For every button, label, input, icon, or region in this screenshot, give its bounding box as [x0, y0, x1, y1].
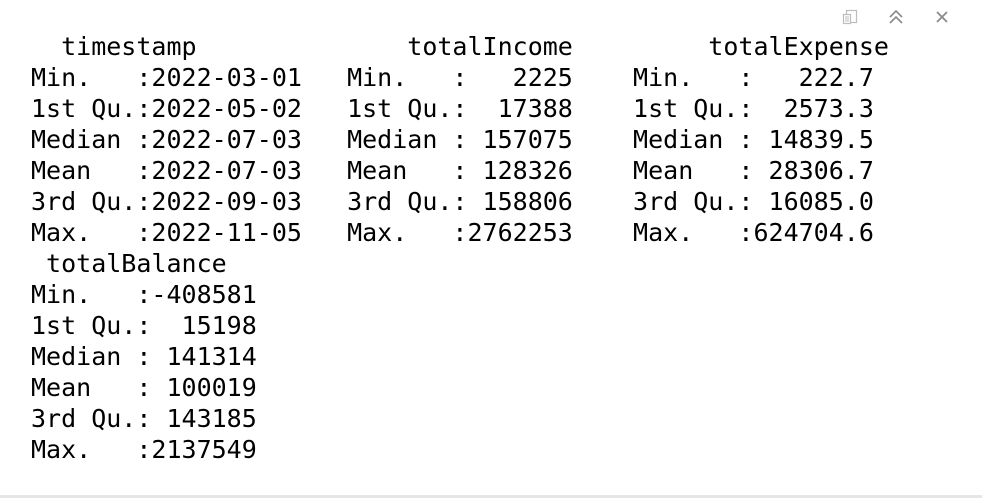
summary-header-row: timestamp totalIncome totalExpense — [31, 32, 950, 61]
summary-row-mean: Mean :2022-07-03 Mean : 128326 Mean : 28… — [31, 156, 904, 185]
summary-row-1st-qu: 1st Qu.:2022-05-02 1st Qu.: 17388 1st Qu… — [31, 94, 904, 123]
summary-row-3rd-qu: 3rd Qu.:2022-09-03 3rd Qu.: 158806 3rd Q… — [31, 187, 904, 216]
popout-icon[interactable] — [840, 7, 860, 27]
collapse-icon[interactable] — [886, 7, 906, 27]
summary-balance-3rd-qu: 3rd Qu.: 143185 — [31, 404, 287, 433]
summary-row-median: Median :2022-07-03 Median : 157075 Media… — [31, 125, 904, 154]
summary-row-min: Min. :2022-03-01 Min. : 2225 Min. : 222.… — [31, 63, 904, 92]
output-toolbar — [840, 6, 952, 28]
summary-balance-min: Min. :-408581 — [31, 280, 287, 309]
close-icon[interactable] — [932, 7, 952, 27]
summary-balance-1st-qu: 1st Qu.: 15198 — [31, 311, 287, 340]
summary-balance-max: Max. :2137549 — [31, 435, 287, 464]
summary-output: timestamp totalIncome totalExpense Min. … — [31, 31, 949, 465]
summary-balance-header: totalBalance — [31, 249, 272, 278]
summary-balance-median: Median : 141314 — [31, 342, 287, 371]
summary-balance-mean: Mean : 100019 — [31, 373, 287, 402]
summary-row-max: Max. :2022-11-05 Max. :2762253 Max. :624… — [31, 218, 904, 247]
